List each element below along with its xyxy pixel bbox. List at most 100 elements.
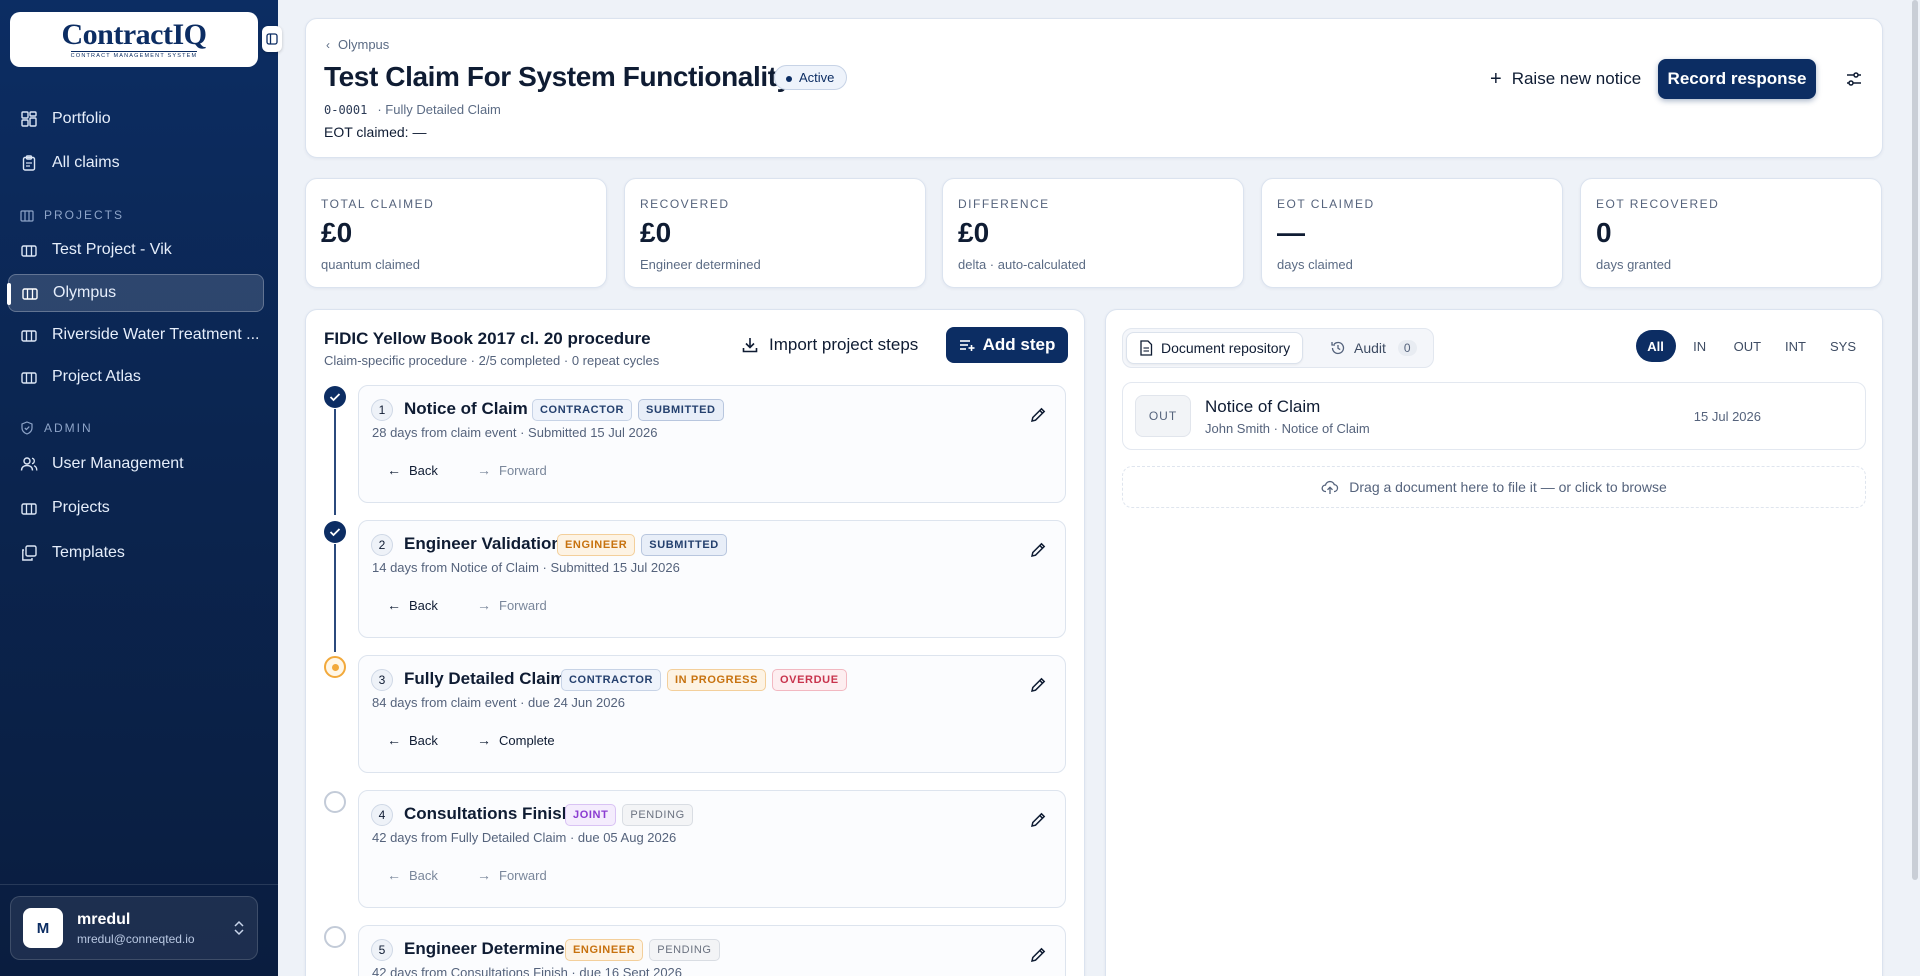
page-scrollbar[interactable] — [1912, 0, 1918, 880]
document-row[interactable]: OUT Notice of Claim John Smith · Notice … — [1122, 382, 1866, 450]
sidebar-item-label: Projects — [52, 499, 110, 516]
sidebar-item-olympus[interactable]: Olympus — [7, 274, 264, 312]
arrow-left-icon: ← — [387, 597, 401, 613]
sidebar-item-portfolio[interactable]: Portfolio — [8, 100, 264, 138]
breadcrumb-label: Olympus — [338, 37, 390, 52]
tab-document-repository[interactable]: Document repository — [1126, 332, 1304, 364]
filter-sys[interactable]: SYS — [1820, 330, 1866, 362]
document-tabs: Document repository Audit 0 — [1122, 328, 1434, 368]
stat-label: EOT CLAIMED — [1277, 197, 1375, 211]
sidebar-item-templates[interactable]: Templates — [8, 534, 264, 572]
stat-sub: Engineer determined — [640, 257, 761, 272]
arrow-right-icon: → — [477, 867, 491, 883]
role-badge: CONTRACTOR — [561, 669, 662, 691]
logo-subtitle: CONTRACT MANAGEMENT SYSTEM — [70, 51, 198, 59]
sidebar-item-projects[interactable]: Projects — [8, 489, 264, 527]
sidebar-collapse-button[interactable] — [262, 26, 282, 52]
breadcrumb[interactable]: ‹ Olympus — [326, 37, 389, 52]
document-icon — [1139, 340, 1153, 356]
stat-sub: quantum claimed — [321, 257, 420, 272]
edit-step-button[interactable] — [1027, 944, 1049, 966]
pencil-icon — [1031, 812, 1046, 827]
user-menu[interactable]: M mredul mredul@conneqted.io — [10, 896, 258, 960]
audit-count-badge: 0 — [1397, 340, 1417, 356]
step-card[interactable]: 3 Fully Detailed Claim CONTRACTOR IN PRO… — [358, 655, 1066, 773]
sidebar-item-label: Riverside Water Treatment ... — [52, 326, 260, 343]
sidebar-item-label: Olympus — [53, 284, 117, 301]
filter-settings-button[interactable] — [1836, 61, 1872, 97]
history-icon — [1330, 340, 1346, 356]
claim-meta: 0-0001 · Fully Detailed Claim — [324, 102, 501, 117]
check-icon — [329, 528, 341, 537]
pencil-icon — [1031, 947, 1046, 962]
app-logo[interactable]: ContractIQ CONTRACT MANAGEMENT SYSTEM — [10, 12, 258, 67]
filter-in[interactable]: IN — [1680, 330, 1720, 362]
document-date: 15 Jul 2026 — [1693, 409, 1761, 424]
step-forward-button[interactable]: → Forward — [477, 597, 547, 613]
step-card[interactable]: 1 Notice of Claim CONTRACTOR SUBMITTED 2… — [358, 385, 1066, 503]
sidebar: ContractIQ CONTRACT MANAGEMENT SYSTEM Po… — [0, 0, 282, 976]
stat-eot-claimed: EOT CLAIMED — days claimed — [1261, 178, 1563, 288]
step-back-button[interactable]: ← Back — [387, 732, 438, 748]
edit-step-button[interactable] — [1027, 809, 1049, 831]
clipboard-icon — [20, 154, 38, 172]
step-card[interactable]: 2 Engineer Validation ENGINEER SUBMITTED… — [358, 520, 1066, 638]
sidebar-toggle-icon — [266, 33, 278, 45]
building-icon — [20, 208, 34, 222]
avatar: M — [23, 908, 63, 948]
tab-audit[interactable]: Audit 0 — [1318, 332, 1429, 364]
timeline-connector — [334, 409, 336, 515]
arrow-left-icon: ← — [387, 732, 401, 748]
sidebar-item-user-management[interactable]: User Management — [8, 445, 264, 483]
chevron-up-down-icon — [233, 919, 245, 942]
import-project-steps-button[interactable]: Import project steps — [741, 328, 918, 362]
building-icon — [20, 241, 38, 259]
sidebar-item-label: Portfolio — [52, 110, 111, 127]
document-panel: Document repository Audit 0 All IN OUT I… — [1105, 309, 1883, 976]
edit-step-button[interactable] — [1027, 674, 1049, 696]
sidebar-item-label: User Management — [52, 455, 184, 472]
arrow-right-icon: → — [477, 462, 491, 478]
step-complete-button[interactable]: → Complete — [477, 732, 555, 748]
role-badge: ENGINEER — [557, 534, 636, 556]
edit-step-button[interactable] — [1027, 404, 1049, 426]
step-forward-button[interactable]: → Forward — [477, 462, 547, 478]
document-dropzone[interactable]: Drag a document here to file it — or cli… — [1122, 466, 1866, 508]
arrow-right-icon: → — [477, 597, 491, 613]
filter-int[interactable]: INT — [1775, 330, 1816, 362]
stat-value: £0 — [640, 217, 672, 248]
step-card[interactable]: 5 Engineer Determines ENGINEER PENDING 4… — [358, 925, 1066, 976]
step-number: 5 — [371, 939, 393, 961]
chevron-left-icon: ‹ — [326, 37, 330, 52]
grid-icon — [20, 110, 38, 128]
projects-section-heading: PROJECTS — [20, 208, 124, 222]
step-card[interactable]: 4 Consultations Finish JOINT PENDING 42 … — [358, 790, 1066, 908]
step-forward-button[interactable]: → Forward — [477, 867, 547, 883]
filter-out[interactable]: OUT — [1724, 330, 1771, 362]
plus-icon: + — [1490, 67, 1502, 90]
overdue-badge: OVERDUE — [772, 669, 847, 691]
edit-step-button[interactable] — [1027, 539, 1049, 561]
step-back-button[interactable]: ← Back — [387, 867, 438, 883]
step-back-button[interactable]: ← Back — [387, 462, 438, 478]
stat-label: EOT RECOVERED — [1596, 197, 1720, 211]
cloud-upload-icon — [1321, 479, 1339, 495]
filter-all[interactable]: All — [1635, 330, 1676, 362]
step-back-button[interactable]: ← Back — [387, 597, 438, 613]
list-plus-icon — [959, 338, 975, 352]
record-response-button[interactable]: Record response — [1658, 59, 1816, 99]
sidebar-item-riverside-water-treatment[interactable]: Riverside Water Treatment ... — [8, 316, 264, 354]
status-badge: PENDING — [649, 939, 720, 961]
step-tags: JOINT PENDING — [565, 804, 693, 826]
step-tags: CONTRACTOR IN PROGRESS OVERDUE — [561, 669, 847, 691]
sidebar-item-project-atlas[interactable]: Project Atlas — [8, 358, 264, 396]
step-title: Notice of Claim — [404, 399, 528, 418]
step-tags: CONTRACTOR SUBMITTED — [532, 399, 724, 421]
add-step-button[interactable]: Add step — [946, 327, 1068, 363]
step-description: 28 days from claim event · Submitted 15 … — [372, 425, 658, 440]
sidebar-item-test-project-vik[interactable]: Test Project - Vik — [8, 231, 264, 269]
sidebar-item-all-claims[interactable]: All claims — [8, 144, 264, 182]
user-email: mredul@conneqted.io — [77, 931, 195, 946]
stat-sub: delta · auto-calculated — [958, 257, 1086, 272]
raise-new-notice-button[interactable]: + Raise new notice — [1480, 59, 1651, 99]
